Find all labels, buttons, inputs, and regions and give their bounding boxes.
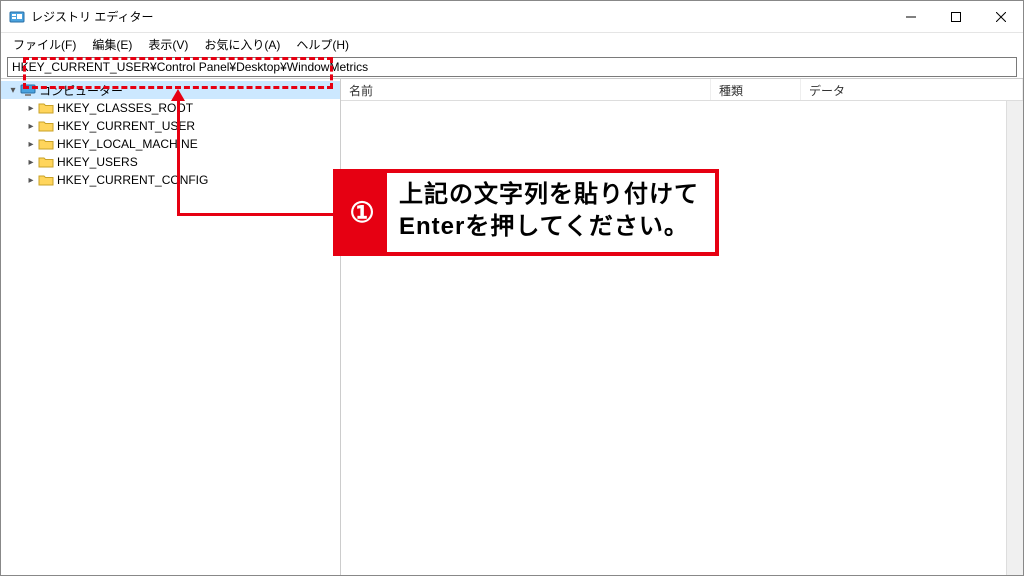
- tree-label: HKEY_CURRENT_USER: [57, 119, 195, 133]
- column-type[interactable]: 種類: [711, 79, 801, 100]
- chevron-right-icon[interactable]: ▸: [25, 157, 37, 168]
- chevron-right-icon[interactable]: ▸: [25, 103, 37, 114]
- chevron-down-icon[interactable]: ▾: [7, 85, 19, 96]
- addressbar: [1, 55, 1023, 79]
- minimize-button[interactable]: [888, 1, 933, 33]
- tree-item[interactable]: ▸ HKEY_LOCAL_MACHINE: [1, 135, 340, 153]
- column-data[interactable]: データ: [801, 79, 1023, 100]
- folder-icon: [38, 118, 54, 134]
- tree-item[interactable]: ▸ HKEY_CLASSES_ROOT: [1, 99, 340, 117]
- titlebar: レジストリ エディター: [1, 1, 1023, 33]
- menu-help[interactable]: ヘルプ(H): [290, 34, 355, 55]
- tree-label: HKEY_CURRENT_CONFIG: [57, 173, 208, 187]
- computer-icon: [20, 82, 36, 98]
- folder-icon: [38, 136, 54, 152]
- chevron-right-icon[interactable]: ▸: [25, 139, 37, 150]
- tree-panel[interactable]: ▾ コンピューター ▸ HKEY_CLASSES_ROOT ▸ HKEY_CURREN…: [1, 79, 341, 575]
- chevron-right-icon[interactable]: ▸: [25, 175, 37, 186]
- menu-file[interactable]: ファイル(F): [7, 34, 82, 55]
- menu-edit[interactable]: 編集(E): [86, 34, 138, 55]
- list-header: 名前 種類 データ: [341, 79, 1023, 101]
- tree-label: HKEY_LOCAL_MACHINE: [57, 137, 198, 151]
- column-name[interactable]: 名前: [341, 79, 711, 100]
- window-controls: [888, 1, 1023, 32]
- menu-favorites[interactable]: お気に入り(A): [198, 34, 286, 55]
- tree-label: HKEY_CLASSES_ROOT: [57, 101, 193, 115]
- annotation-text: 上記の文字列を貼り付けて Enterを押してください。: [387, 173, 715, 252]
- folder-icon: [38, 154, 54, 170]
- chevron-right-icon[interactable]: ▸: [25, 121, 37, 132]
- annotation-callout: ① 上記の文字列を貼り付けて Enterを押してください。: [333, 169, 719, 256]
- address-input[interactable]: [7, 57, 1017, 77]
- close-button[interactable]: [978, 1, 1023, 33]
- list-panel[interactable]: 名前 種類 データ: [341, 79, 1023, 575]
- maximize-button[interactable]: [933, 1, 978, 33]
- tree-root-computer[interactable]: ▾ コンピューター: [1, 81, 340, 99]
- content-area: ▾ コンピューター ▸ HKEY_CLASSES_ROOT ▸ HKEY_CURREN…: [1, 79, 1023, 575]
- tree-label: コンピューター: [39, 82, 123, 99]
- folder-icon: [38, 172, 54, 188]
- window-title: レジストリ エディター: [31, 8, 888, 25]
- tree-item[interactable]: ▸ HKEY_USERS: [1, 153, 340, 171]
- tree-label: HKEY_USERS: [57, 155, 138, 169]
- folder-icon: [38, 100, 54, 116]
- tree-item[interactable]: ▸ HKEY_CURRENT_USER: [1, 117, 340, 135]
- tree-item[interactable]: ▸ HKEY_CURRENT_CONFIG: [1, 171, 340, 189]
- menu-view[interactable]: 表示(V): [142, 34, 194, 55]
- annotation-number: ①: [337, 173, 387, 252]
- menubar: ファイル(F) 編集(E) 表示(V) お気に入り(A) ヘルプ(H): [1, 33, 1023, 55]
- regedit-icon: [9, 9, 25, 25]
- scrollbar-vertical[interactable]: [1006, 101, 1023, 575]
